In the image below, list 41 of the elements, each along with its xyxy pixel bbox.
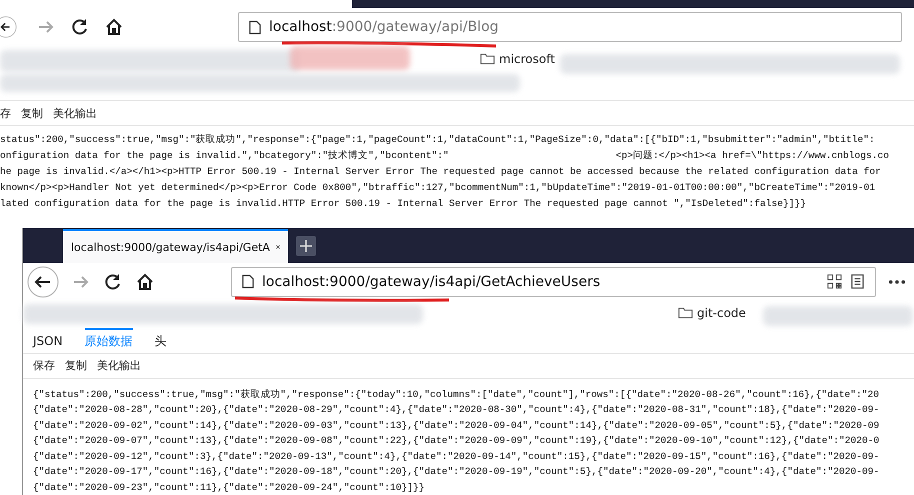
- code-line: lated configuration data for the page is invalid.HTTP Error 500.19 - Internal Server Error The requested page cannot ","IsDeleted":false}]}}: [0, 197, 808, 211]
- address-bar[interactable]: localhost:9000/gateway/api/Blog: [238, 12, 902, 42]
- more-icon[interactable]: [888, 278, 906, 285]
- toolbar-button[interactable]: 存: [0, 106, 11, 120]
- view-tab[interactable]: JSON: [33, 328, 63, 354]
- browser-tab[interactable]: localhost:9000/gateway/is4api/GetA: [63, 229, 288, 264]
- page-icon: [249, 20, 261, 34]
- address-bar[interactable]: localhost:9000/gateway/is4api/GetAchieveUsers: [231, 266, 876, 297]
- code-line: known</p><p>Handler Not yet determined</p><p>Error Code 0x800","btraffic":127,"bcommentNum":1,"bUpdateTime":"2019-01-01T00:00:00","bCreateTime":"2019-01: [0, 181, 876, 195]
- code-line: {"date":"2020-09-12","count":3},{"date":"2020-09-13","count":4},{"date":"2020-09-14","count":15},{"date":"2020-09-15","count":16},{"date":"2020-09-: [33, 450, 880, 464]
- reader-view-icon[interactable]: [850, 274, 865, 290]
- reload-icon[interactable]: [103, 272, 123, 292]
- code-line: {"date":"2020-09-02","count":14},{"date":"2020-09-03","count":13},{"date":"2020-09-04","count":14},{"date":"2020-09-05","count":5},{"date":"2020-09: [33, 418, 880, 433]
- toolbar-button[interactable]: 复制: [65, 358, 87, 374]
- code-line: {"date":"2020-09-23","count":11},{"date":"2020-09-24","count":10}]}}: [33, 480, 426, 495]
- bookmark[interactable]: git-code: [678, 306, 746, 320]
- folder-icon: [678, 307, 693, 320]
- code-line: {"date":"2020-08-28","count":20},{"date":"2020-08-29","count":4},{"date":"2020-08-30","count":4},{"date":"2020-08-31","count":18},{"date":"2020-09-: [33, 403, 880, 418]
- code-line: status":200,"success":true,"msg":"获取成功","response":{"page":1,"pageCount":1,"dataCount":1,"PageSize":0,"data":[{"bID":1,"bsubmitter":"admin","btitle":: [0, 133, 876, 147]
- new-tab-button[interactable]: [296, 236, 316, 256]
- toolbar-button[interactable]: 美化输出: [97, 358, 141, 374]
- code-line: {"date":"2020-09-17","count":16},{"date":"2020-09-18","count":20},{"date":"2020-09-19","count":5},{"date":"2020-09-20","count":4},{"date":"2020-09-: [33, 465, 880, 480]
- folder-icon: [480, 53, 495, 65]
- toolbar-button[interactable]: 复制: [21, 106, 43, 120]
- view-tab[interactable]: 原始数据: [84, 328, 133, 354]
- home-icon[interactable]: [104, 17, 124, 37]
- url-text: localhost:9000/gateway/api/Blog: [269, 19, 499, 35]
- home-icon[interactable]: [135, 272, 155, 292]
- back-button[interactable]: [27, 266, 59, 298]
- code-line: he page is invalid.</a></h1><p>HTTP Error 500.19 - Internal Server Error The requested page cannot be accessed because the related configuration data for: [0, 165, 882, 179]
- code-line: {"date":"2020-09-07","count":13},{"date":"2020-09-08","count":22},{"date":"2020-09-09","count":19},{"date":"2020-09-10","count":12},{"date":"2020-0: [33, 434, 880, 448]
- qr-code-icon[interactable]: [827, 274, 842, 290]
- reload-icon[interactable]: [70, 17, 90, 37]
- code-line: onfiguration data for the page is invalid.","bcategory":"技术博文","bcontent":" <p>问题:</p><h1><a href=\"https://www.cnblogs.co: [0, 149, 890, 163]
- toolbar-button[interactable]: 美化输出: [53, 106, 97, 120]
- view-tab[interactable]: 头: [154, 328, 167, 354]
- url-text: localhost:9000/gateway/is4api/GetAchieveUsers: [262, 274, 600, 290]
- bookmark[interactable]: microsoft: [480, 52, 555, 66]
- code-line: {"status":200,"success":true,"msg":"获取成功","response":{"today":10,"columns":["date","count"],"rows":[{"date":"2020-08-26","count":16},{"date":"20: [33, 388, 880, 402]
- page-icon: [242, 274, 254, 290]
- toolbar-button[interactable]: 保存: [33, 358, 55, 374]
